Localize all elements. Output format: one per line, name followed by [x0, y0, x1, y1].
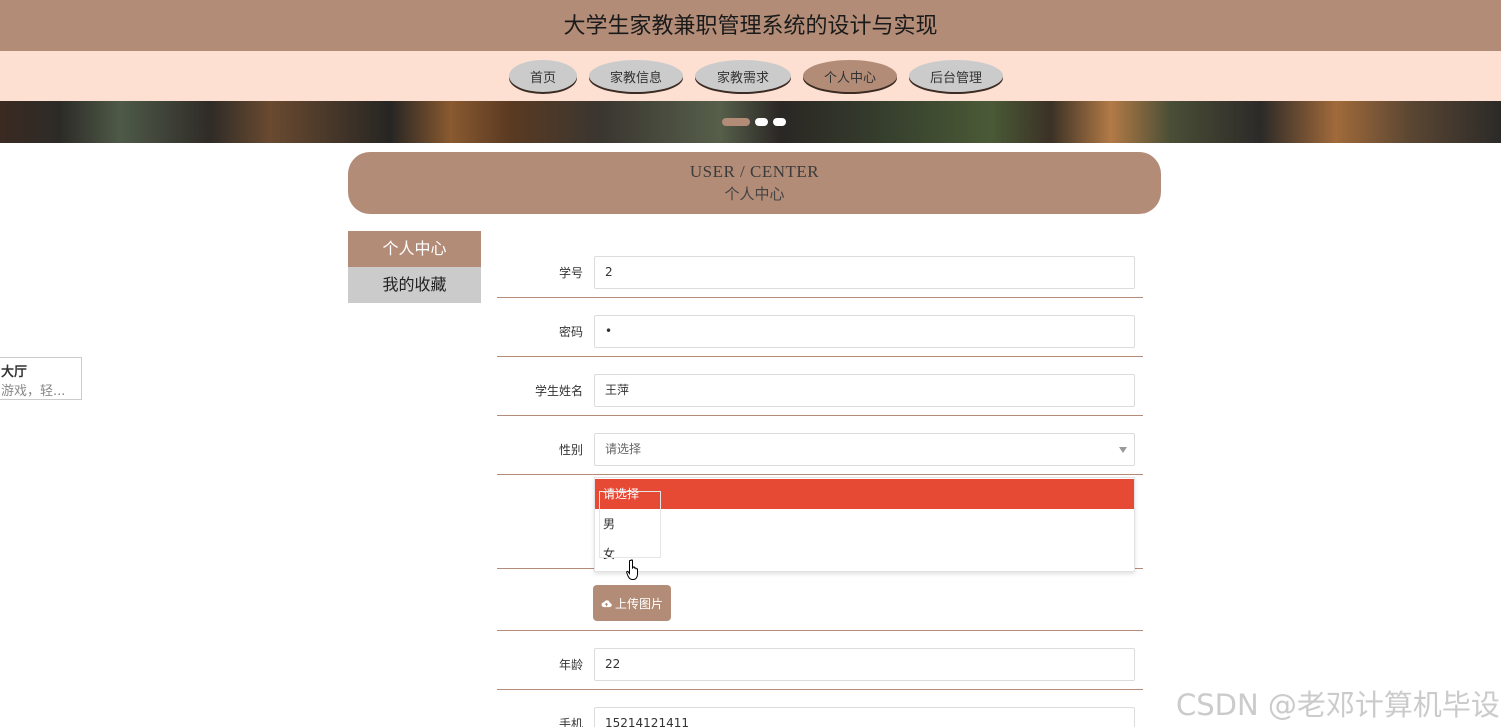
page: 大学生家教兼职管理系统的设计与实现 首页 家教信息 家教需求 个人中心 后台管理… [0, 0, 1501, 727]
gender-label: 性别 [558, 443, 583, 457]
student-id-input[interactable]: 2 [594, 256, 1135, 289]
form-row-gender: 性别 请选择 [497, 416, 1143, 475]
student-name-input[interactable]: 王萍 [594, 374, 1135, 407]
form-row-phone: 手机 15214121411 [497, 690, 1143, 727]
left-menu: 个人中心 我的收藏 [348, 231, 481, 303]
section-title-en: USER / CENTER [689, 162, 820, 181]
cloud-upload-icon [601, 599, 612, 607]
form-row-name: 学生姓名 王萍 [497, 357, 1143, 416]
gender-select[interactable]: 请选择 [594, 433, 1135, 466]
gender-option-male[interactable]: 男 [595, 509, 1134, 539]
side-popup[interactable]: 大厅 游戏，轻... [0, 357, 82, 400]
form-row-age: 年龄 22 [497, 631, 1143, 690]
phone-label: 手机 [558, 717, 583, 727]
nav-item-user-center[interactable]: 个人中心 [803, 60, 897, 92]
section-title-cn: 个人中心 [724, 185, 785, 203]
phone-input[interactable]: 15214121411 [594, 707, 1135, 727]
side-popup-desc: 游戏，轻... [1, 384, 66, 399]
site-title: 大学生家教兼职管理系统的设计与实现 [563, 14, 938, 39]
nav-item-tutor-demand[interactable]: 家教需求 [695, 60, 791, 92]
age-input[interactable]: 22 [594, 648, 1135, 681]
side-popup-title: 大厅 [1, 365, 28, 380]
menu-item-user-center[interactable]: 个人中心 [348, 231, 481, 267]
password-label: 密码 [558, 325, 583, 339]
nav-item-home[interactable]: 首页 [509, 60, 577, 92]
gender-select-value: 请选择 [605, 442, 642, 456]
chevron-down-icon [1119, 447, 1127, 453]
carousel-dots [722, 118, 786, 126]
carousel-dot-1[interactable] [722, 118, 750, 126]
banner-carousel [0, 101, 1501, 143]
nav-bar: 首页 家教信息 家教需求 个人中心 后台管理 [0, 51, 1501, 101]
gender-option-female[interactable]: 女 [595, 539, 1134, 569]
nav-list: 首页 家教信息 家教需求 个人中心 后台管理 [509, 60, 1003, 92]
carousel-dot-3[interactable] [773, 118, 786, 126]
top-header: 大学生家教兼职管理系统的设计与实现 [0, 0, 1501, 51]
student-name-label: 学生姓名 [534, 384, 583, 398]
watermark: CSDN @老邓计算机毕设 [1176, 688, 1500, 722]
gender-option-placeholder[interactable]: 请选择 [595, 479, 1134, 509]
age-label: 年龄 [558, 658, 583, 672]
form-row-student-id: 学号 2 [497, 248, 1143, 298]
student-id-label: 学号 [558, 266, 583, 280]
nav-item-admin[interactable]: 后台管理 [909, 60, 1003, 92]
nav-item-tutor-info[interactable]: 家教信息 [589, 60, 683, 92]
gender-dropdown: 请选择 男 女 [594, 477, 1135, 572]
upload-image-button[interactable]: 上传图片 [593, 585, 671, 621]
hand-cursor-icon [626, 559, 638, 580]
password-input[interactable]: • [594, 315, 1135, 348]
carousel-dot-2[interactable] [755, 118, 768, 126]
menu-item-favorites[interactable]: 我的收藏 [348, 267, 481, 303]
form-row-password: 密码 • [497, 298, 1143, 357]
section-header: USER / CENTER 个人中心 [348, 152, 1161, 214]
upload-image-label: 上传图片 [614, 596, 663, 611]
